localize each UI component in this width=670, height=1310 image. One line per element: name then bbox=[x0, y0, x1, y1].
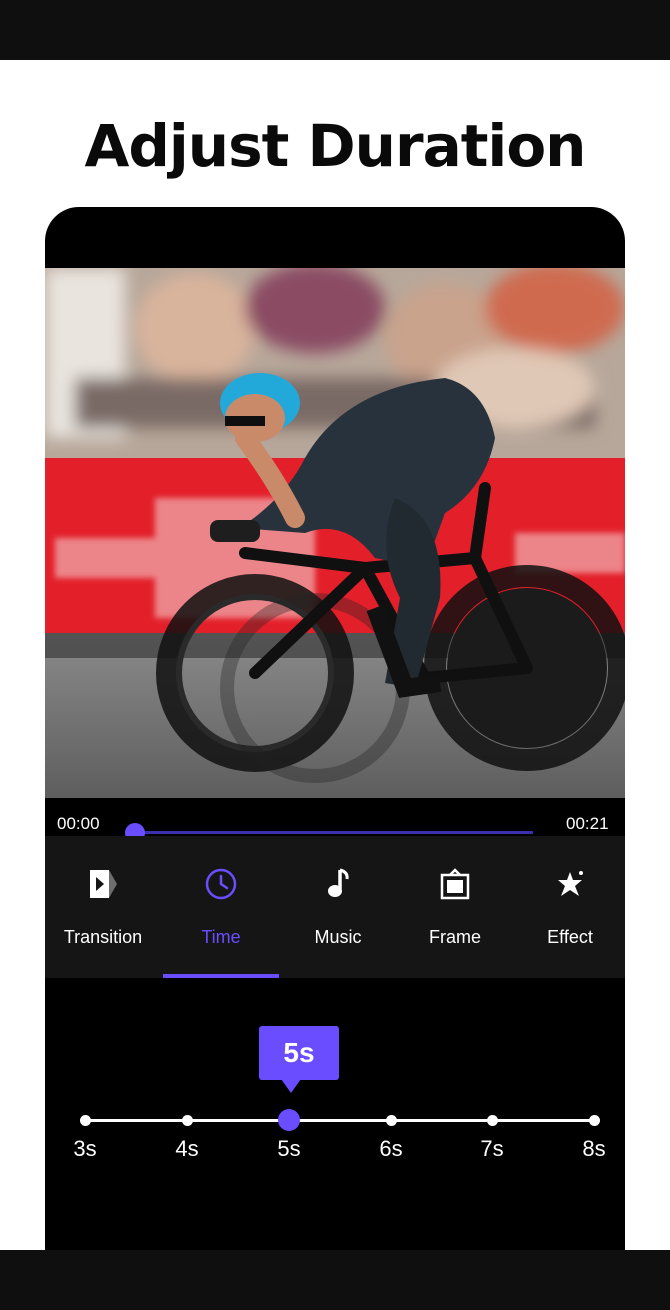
bubble-pointer bbox=[281, 1079, 301, 1093]
duration-slider-panel: 5s 3s 4s 5s 6s 7s 8s bbox=[45, 978, 625, 1250]
bottom-navigation-bar bbox=[0, 1250, 670, 1310]
duration-slider-thumb[interactable] bbox=[278, 1109, 300, 1131]
edit-toolbar: Transition Time Music Frame Effect bbox=[45, 836, 625, 978]
playback-timeline: 00:00 00:21 bbox=[45, 798, 625, 843]
tool-music[interactable]: Music bbox=[280, 836, 396, 978]
duration-label: 8s bbox=[582, 1136, 606, 1161]
clock-icon bbox=[205, 868, 237, 900]
music-note-icon bbox=[328, 868, 349, 897]
transition-icon bbox=[90, 870, 117, 898]
duration-slider-track[interactable] bbox=[85, 1119, 595, 1122]
tool-effect[interactable]: Effect bbox=[512, 836, 625, 978]
duration-stop-8s[interactable] bbox=[589, 1115, 600, 1126]
total-time: 00:21 bbox=[566, 814, 609, 833]
progress-track[interactable] bbox=[135, 831, 533, 834]
duration-label: 4s bbox=[175, 1136, 199, 1161]
tool-label: Frame bbox=[428, 927, 481, 947]
video-preview-image[interactable] bbox=[45, 268, 625, 798]
tool-label: Effect bbox=[547, 927, 593, 947]
selected-duration-bubble: 5s bbox=[259, 1026, 339, 1080]
current-time: 00:00 bbox=[57, 814, 100, 833]
duration-stop-6s[interactable] bbox=[386, 1115, 397, 1126]
tool-frame[interactable]: Frame bbox=[397, 836, 513, 978]
duration-stop-3s[interactable] bbox=[80, 1115, 91, 1126]
phone-mockup: 00:00 00:21 Transition Time Music Frame … bbox=[45, 207, 625, 1250]
duration-label: 7s bbox=[480, 1136, 504, 1161]
duration-label: 6s bbox=[379, 1136, 403, 1161]
frame-icon bbox=[440, 868, 470, 900]
tool-label: Time bbox=[201, 927, 241, 947]
tool-label: Transition bbox=[63, 927, 143, 947]
tool-label: Music bbox=[314, 927, 362, 947]
duration-stop-4s[interactable] bbox=[182, 1115, 193, 1126]
top-status-bar bbox=[0, 0, 670, 60]
page-headline: Adjust Duration bbox=[84, 112, 587, 180]
tool-time[interactable]: Time bbox=[163, 836, 279, 978]
sparkle-star-icon bbox=[558, 871, 583, 896]
duration-label: 3s bbox=[73, 1136, 97, 1161]
duration-label: 5s bbox=[277, 1136, 301, 1161]
tool-transition[interactable]: Transition bbox=[45, 836, 161, 978]
duration-stop-7s[interactable] bbox=[487, 1115, 498, 1126]
